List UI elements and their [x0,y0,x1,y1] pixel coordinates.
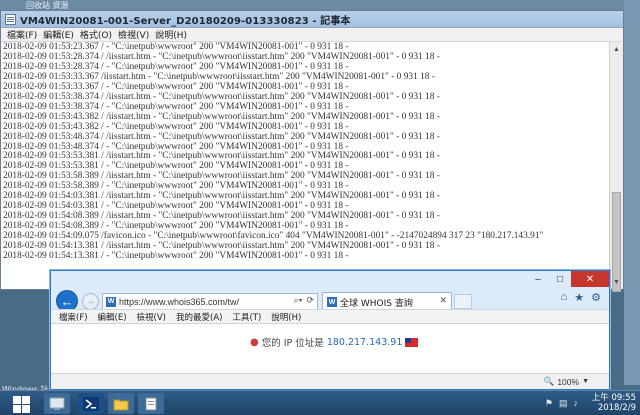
taskbar-clock[interactable]: 上午 09:55 2018/2/9 [584,393,636,413]
map-pin-icon: ● [250,336,259,348]
notepad-title-bar[interactable]: VM4WIN20081-001-Server_D20180209-0133308… [1,11,623,28]
browser-menu-file[interactable]: 檔案(F) [59,311,88,323]
menu-help[interactable]: 說明(H) [155,28,187,41]
network-icon[interactable]: ▤ [559,398,568,409]
address-tools: ⌕▾ ⟳ [294,295,314,306]
start-icon[interactable] [6,394,36,414]
powershell-icon[interactable] [78,393,104,414]
chevron-down-icon[interactable]: ▼ [582,378,589,385]
refresh-icon[interactable]: ⟳ [306,295,314,306]
flag-icon [405,337,419,347]
folder-icon[interactable] [108,393,134,414]
flag-tray-icon[interactable]: ⚑ [545,398,553,409]
minimize-button[interactable]: – [527,271,549,287]
browser-menu-help[interactable]: 說明(H) [271,311,301,323]
home-icon[interactable]: ⌂ [561,291,568,304]
gear-icon[interactable]: ⚙ [591,291,601,304]
ip-address-line: ● 您的 IP 位址是 180.217.143.91 [250,335,419,349]
log-line: 2018-02-09 01:54:13.381 / - "C:\inetpub\… [3,251,349,262]
forward-arrow-icon[interactable]: → [82,293,99,310]
notepad-vertical-scrollbar[interactable]: ▲ ▼ [609,42,623,292]
zoom-level: 100% [557,376,580,387]
ip-label: 您的 IP 位址是 [261,338,324,349]
scroll-up-icon[interactable]: ▲ [610,42,623,56]
browser-menu-edit[interactable]: 編輯(E) [98,311,127,323]
star-icon[interactable]: ★ [574,291,584,304]
tab-close-icon[interactable]: ✕ [439,295,447,306]
system-tray: ⚑ ▤ ♪ [545,398,578,409]
server-manager-icon[interactable] [44,393,70,414]
close-button[interactable]: ✕ [571,271,609,287]
notepad-icon [5,13,16,25]
tab-favicon-icon: W [327,297,337,307]
browser-menu-view[interactable]: 檢視(V) [137,311,166,323]
scroll-down-icon[interactable]: ▼ [610,275,623,289]
notes-icon[interactable] [138,393,164,414]
browser-window: – □ ✕ ← → W https://www.whois365.com/tw/… [50,270,610,390]
window-controls: – □ ✕ [527,271,609,289]
ip-value-link[interactable]: 180.217.143.91 [327,337,403,348]
volume-icon[interactable]: ♪ [574,398,579,409]
browser-menu-bar: 檔案(F) 編輯(E) 檢視(V) 我的最愛(A) 工具(T) 說明(H) [51,309,609,324]
notepad-window: VM4WIN20081-001-Server_D20180209-0133308… [0,10,624,292]
browser-action-icons: ⌂ ★ ⚙ [561,291,601,304]
browser-page-content: ● 您的 IP 位址是 180.217.143.91 [51,325,609,375]
browser-toolbar: – □ ✕ ← → W https://www.whois365.com/tw/… [51,271,609,312]
browser-menu-favorites[interactable]: 我的最愛(A) [176,311,222,323]
clock-time: 上午 09:55 [591,393,636,403]
notepad-menu-bar: 檔案(F) 編輯(E) 格式(O) 檢視(V) 說明(H) [1,28,623,42]
browser-menu-tools[interactable]: 工具(T) [232,311,261,323]
menu-file[interactable]: 檔案(F) [7,28,37,41]
menu-view[interactable]: 檢視(V) [118,28,149,41]
menu-edit[interactable]: 編輯(E) [43,28,74,41]
notepad-text-area[interactable]: 2018-02-09 01:53:23.367 / - "C:\inetpub\… [1,42,609,289]
menu-format[interactable]: 格式(O) [80,28,112,41]
zoom-control[interactable]: 🔍 100% ▼ [544,376,589,387]
desktop-background-top: 回收站 資源 [0,0,640,10]
clock-date: 2018/2/9 [597,403,636,413]
address-bar[interactable]: W https://www.whois365.com/tw/ ⌕▾ ⟳ [102,293,318,310]
browser-status-bar: 🔍 100% ▼ [51,373,609,389]
new-tab-button[interactable] [454,294,472,309]
notepad-title: VM4WIN20081-001-Server_D20180209-0133308… [20,15,351,27]
maximize-button[interactable]: □ [549,271,571,287]
taskbar: ⚑ ▤ ♪ 上午 09:55 2018/2/9 [0,390,640,415]
tab-title: 全球 WHOIS 查詢 [340,298,413,309]
zoom-icon: 🔍 [543,376,555,386]
search-icon[interactable]: ⌕▾ [294,295,303,306]
site-favicon-icon: W [106,296,116,307]
desktop-background-right [624,0,640,385]
address-url[interactable]: https://www.whois365.com/tw/ [119,297,239,307]
